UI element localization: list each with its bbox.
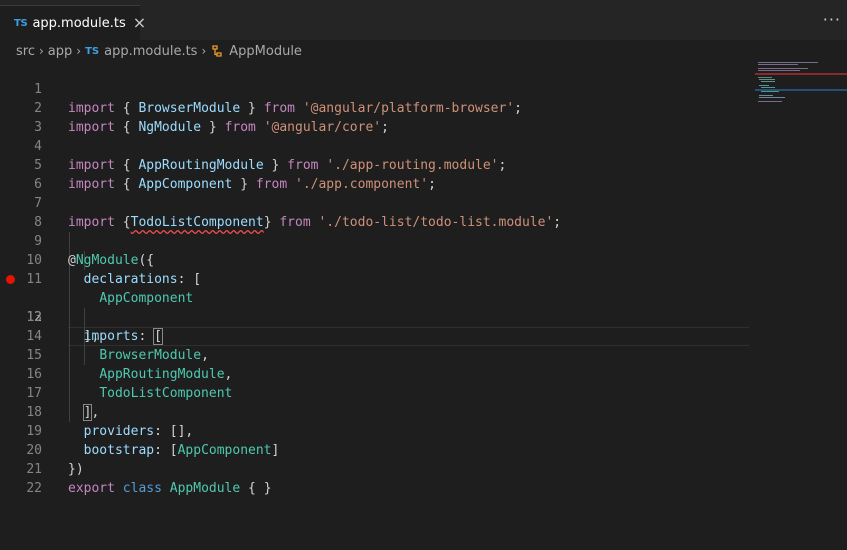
line-number: 22 — [26, 481, 42, 496]
breadcrumb-item-src[interactable]: src — [16, 44, 35, 59]
code-line: 10 declarations: [ — [0, 232, 760, 287]
more-actions-icon[interactable]: ··· — [823, 10, 841, 29]
code-line: 19 bootstrap: [AppComponent] — [0, 403, 760, 458]
code-line: 7 import {TodoListComponent} from './tod… — [0, 175, 760, 230]
code-editor[interactable]: 1 import { BrowserModule } from '@angula… — [0, 61, 760, 550]
code-line: 5 import { AppComponent } from './app.co… — [0, 137, 760, 192]
code-line: 17 ], — [0, 365, 760, 421]
chevron-right-icon: › — [201, 44, 207, 58]
breadcrumb-item-symbol[interactable]: AppModule — [229, 44, 302, 59]
code-line: 8 — [0, 194, 760, 230]
code-line: 3 — [0, 99, 760, 135]
code-line: 6 — [0, 156, 760, 192]
code-line: 16 TodoListComponent — [0, 346, 760, 401]
breakpoint-icon[interactable] — [6, 275, 15, 284]
code-line: 22 — [0, 460, 760, 496]
tab-bar: TS app.module.ts × ··· — [0, 0, 847, 40]
code-line: 15 AppRoutingModule, — [0, 327, 760, 382]
chevron-right-icon: › — [76, 44, 82, 58]
typescript-icon: TS — [85, 45, 100, 57]
code-line: 21 export class AppModule { } — [0, 441, 760, 496]
tab-app-module[interactable]: TS app.module.ts × — [0, 5, 146, 40]
code-line: 11 AppComponent — [0, 251, 760, 306]
code-line: 20 }) — [0, 422, 760, 477]
code-line: 1 import { BrowserModule } from '@angula… — [0, 61, 760, 116]
code-line: 18 providers: [], — [0, 384, 760, 439]
typescript-icon: TS — [14, 17, 28, 29]
class-symbol-icon — [210, 44, 224, 58]
code-line: 12 ], — [0, 270, 760, 344]
code-line: 2 import { NgModule } from '@angular/cor… — [0, 80, 760, 135]
code-line: 14 BrowserModule, — [0, 308, 760, 363]
breadcrumb-item-file[interactable]: app.module.ts — [104, 44, 197, 59]
tab-label: app.module.ts — [32, 15, 126, 31]
minimap[interactable] — [755, 61, 847, 161]
close-icon[interactable]: × — [133, 15, 146, 31]
breadcrumb-item-app[interactable]: app — [48, 44, 72, 59]
code-line: 13 imports: [ — [0, 289, 760, 345]
breadcrumb: src › app › TS app.module.ts › AppModule — [16, 41, 302, 61]
code-line: 9 @NgModule({ — [0, 213, 760, 268]
chevron-right-icon: › — [38, 44, 44, 58]
code-line: 4 import { AppRoutingModule } from './ap… — [0, 118, 760, 173]
